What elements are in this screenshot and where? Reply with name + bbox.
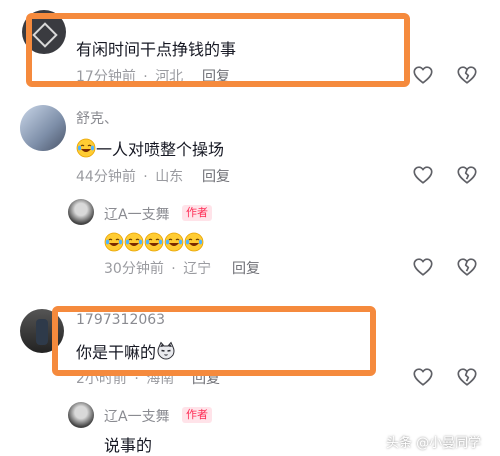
comment-location: 山东 (155, 169, 184, 185)
reply-author-name[interactable]: 辽A一支舞 (104, 204, 170, 224)
comment-time-value: 44分钟前 (76, 169, 136, 185)
broken-heart-icon[interactable] (456, 164, 478, 186)
highlight-box (52, 306, 376, 376)
heart-outline-icon[interactable] (412, 164, 434, 186)
reply-button[interactable]: 回复 (232, 258, 260, 278)
author-avatar[interactable] (68, 402, 94, 428)
meta-separator: · (143, 169, 148, 185)
author-tag: 作者 (182, 205, 212, 221)
reply-button[interactable]: 回复 (202, 166, 230, 186)
highlight-box (26, 13, 410, 87)
laughing-tears-emoji (104, 232, 124, 252)
reply-location: 辽宁 (183, 261, 212, 277)
comment-text-body: 一人对喷整个操场 (96, 140, 225, 159)
author-tag: 作者 (182, 407, 212, 423)
broken-heart-icon[interactable] (456, 64, 478, 86)
laughing-tears-emoji (184, 232, 204, 252)
laughing-tears-emoji (76, 138, 96, 158)
watermark: 头条 @小曼同学 (386, 436, 482, 451)
reply-text: 说事的 (104, 436, 153, 455)
laughing-tears-emoji (144, 232, 164, 252)
reply-time: 30分钟前 · 辽宁 (104, 258, 211, 278)
reply-time-value: 30分钟前 (104, 261, 164, 277)
meta-separator: · (171, 261, 176, 277)
laughing-tears-emoji (164, 232, 184, 252)
author-avatar[interactable] (68, 199, 94, 225)
avatar[interactable] (20, 105, 66, 151)
comment-time: 44分钟前 · 山东 (76, 166, 183, 186)
comment-text: 一人对喷整个操场 (76, 136, 224, 160)
heart-outline-icon[interactable] (412, 256, 434, 278)
broken-heart-icon[interactable] (456, 366, 478, 388)
reply-author-name[interactable]: 辽A一支舞 (104, 406, 170, 426)
laughing-tears-emoji (124, 232, 144, 252)
commenter-name[interactable]: 舒克、 (76, 108, 118, 128)
reply-emoji-row (104, 232, 204, 253)
broken-heart-icon[interactable] (456, 256, 478, 278)
heart-outline-icon[interactable] (412, 366, 434, 388)
heart-outline-icon[interactable] (412, 64, 434, 86)
